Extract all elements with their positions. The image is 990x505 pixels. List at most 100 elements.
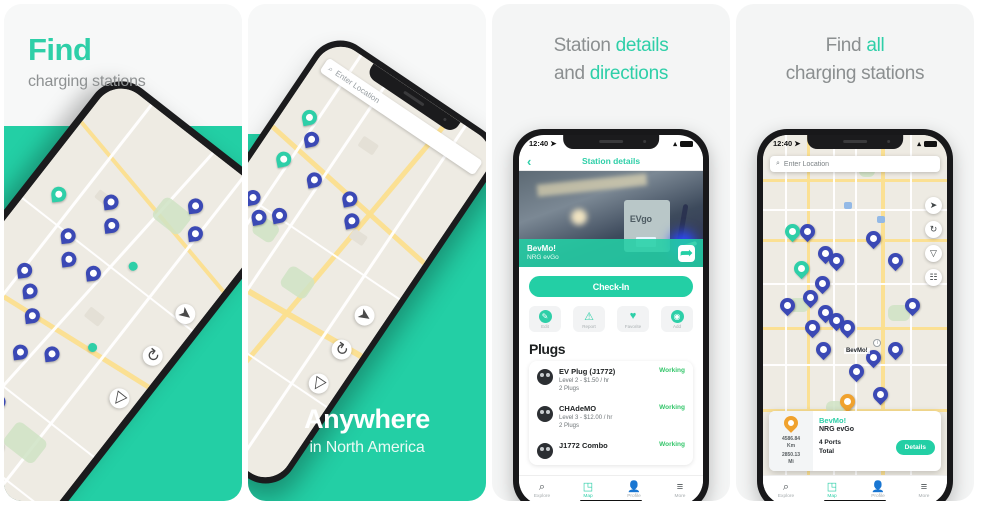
locate-icon[interactable]: ➤ [925,197,942,214]
list-item[interactable]: CHAdeMO Level 3 - $12.00 / hr 2 Plugs Wo… [529,398,693,435]
station-name-overlay: BevMo! NRG evGo ➦ [519,239,703,267]
locate-icon[interactable]: ➤ [350,301,379,330]
plug-count: 2 Plugs [559,386,580,392]
person-icon: 👤 [627,481,641,493]
panel-find-charging-stations[interactable]: Find charging stations ➤ ↻ ▽ [4,4,242,501]
tab-more[interactable]: ≡ More [901,481,947,500]
page-title: Station details [581,156,641,166]
panel-station-details[interactable]: Station details and directions 12:40 ➤ ▴ … [492,4,730,501]
station-network: NRG evGo [527,253,559,261]
panel3-heading: Station details and directions [492,4,730,87]
app-store-screenshot-gallery: Find charging stations ➤ ↻ ▽ ➤ ↻ ▽ ⌕ Ent… [0,0,990,505]
filter-glyph: ▽ [930,248,937,258]
status-badge: Working [659,441,685,448]
heading-text: Find [825,35,867,56]
tab-map[interactable]: ◳ Map [565,481,611,500]
hamburger-icon: ≡ [676,481,684,493]
ports-count: 4 Ports Total [819,439,841,457]
status-indicators: ▴ [917,139,937,148]
tab-bar[interactable]: ⌕Explore ◳Map 👤Profile ≡More [519,475,703,501]
check-in-button[interactable]: Check-In [529,276,693,297]
status-bar: 12:40 ➤ ▴ [519,135,703,152]
front-camera [442,117,448,122]
plug-name: J1772 Combo [559,441,608,450]
distance-km-unit: Km [786,443,796,449]
tab-bar[interactable]: ⌕Explore ◳Map 👤Profile ≡More [763,475,947,501]
list-item[interactable]: EV Plug (J1772) Level 2 - $1.50 / hr 2 P… [529,361,693,398]
locate-icon[interactable]: ➤ [171,299,200,328]
edit-button[interactable]: ✎ Edit [529,306,561,332]
distance-mi-unit: Mi [788,459,794,465]
tab-explore[interactable]: ⌕ Explore [519,482,565,500]
evgo-brand-label: EVgo [629,213,652,224]
tab-label: Explore [777,494,795,499]
directions-button[interactable]: ➦ [678,244,695,262]
station-name: BevMo! [527,243,556,253]
panel-anywhere-north-america[interactable]: ➤ ↻ ▽ ⌕ Enter Location Anywhere in North… [248,4,486,501]
back-button[interactable]: ‹ [527,155,531,168]
plug-count: 2 Plugs [559,423,580,429]
tab-label: More [918,494,930,499]
filter-icon[interactable]: ▽ [925,245,942,262]
map-controls[interactable]: ➤ ↻ ▽ ☷ [925,197,942,286]
refresh-glyph: ↻ [929,224,938,234]
tab-map[interactable]: ◳ Map [809,481,855,500]
distance-mi-value: 2850.13 [781,452,801,458]
plug-level: Level 3 - $12.00 / hr [559,415,613,421]
status-bar: 12:40 ➤ ▴ [763,135,947,152]
map-icon: ◳ [826,481,838,493]
tab-profile[interactable]: 👤 Profile [611,481,657,500]
heading-accent: directions [589,62,669,84]
distance-mi: 2850.13 Mi [782,452,800,466]
layers-icon[interactable]: ☷ [925,269,942,286]
layers-glyph: ☷ [929,272,938,282]
action-row: ✎ Edit ⚠ Report ♥ Favorite ◉ Add [519,297,703,332]
details-button[interactable]: Details [895,440,935,456]
ceiling-light [537,172,649,197]
ports-sub: Total [819,447,835,455]
phone-frame: ⌕ Enter Location ➤ ↻ ▽ ☷ BevMo! i 12:40 … [757,129,953,501]
heading-accent: all [866,35,885,56]
plugs-list: EV Plug (J1772) Level 2 - $1.50 / hr 2 P… [529,361,693,465]
station-info-card[interactable]: 4586.84 Km 2850.13 Mi BevMo! NRG evGo 4 Po… [769,411,941,471]
camera-icon: ◉ [670,309,684,323]
list-item[interactable]: J1772 Combo Working [529,435,693,465]
status-time: 12:40 ➤ [529,139,556,148]
info-icon[interactable]: i [873,338,882,347]
panel4-heading-line2: charging stations [785,62,925,84]
action-label: Add [672,323,681,329]
distance-km: 4586.84 Km [782,436,800,450]
favorite-button[interactable]: ♥ Favorite [617,306,649,332]
panel1-subtitle: charging stations [28,73,146,90]
selected-station-label: BevMo! [843,339,870,357]
tab-label: Map [583,494,593,499]
report-button[interactable]: ⚠ Report [573,306,605,332]
panel2-title: Anywhere [304,404,430,434]
status-badge: Working [659,404,685,411]
tab-more[interactable]: ≡ More [657,481,703,500]
add-photo-button[interactable]: ◉ Add [661,306,693,332]
phone-screen: 12:40 ➤ ▴ ‹ Station details EVgo BevMo! … [519,135,703,501]
tab-profile[interactable]: 👤 Profile [855,482,901,500]
tab-label: Map [827,494,837,499]
hamburger-icon: ≡ [920,481,928,493]
filter-icon[interactable]: ▽ [105,384,134,413]
map-icon: ◳ [582,481,594,493]
panel-find-all-charging-stations[interactable]: Find all charging stations ⌕ Enter Locat… [736,4,974,501]
refresh-icon[interactable]: ↻ [925,221,942,238]
location-arrow-icon: ➤ [550,139,557,148]
station-photo[interactable]: EVgo BevMo! NRG evGo ➦ [519,171,703,267]
ports-value: 4 Ports [819,439,842,446]
heading-text: Station [553,35,616,56]
home-indicator [580,499,642,501]
tab-explore[interactable]: ⌕ Explore [763,482,809,500]
plug-info: CHAdeMO Level 3 - $12.00 / hr 2 Plugs [559,404,653,429]
action-label: Edit [541,323,549,329]
wifi-icon: ▴ [917,139,921,148]
battery-icon [680,140,693,147]
filter-icon[interactable]: ▽ [305,369,333,398]
station-network: NRG evGo [819,426,855,433]
search-input[interactable]: ⌕ Enter Location [770,156,940,172]
status-badge: Working [659,367,685,374]
refresh-icon[interactable]: ↻ [138,341,167,371]
